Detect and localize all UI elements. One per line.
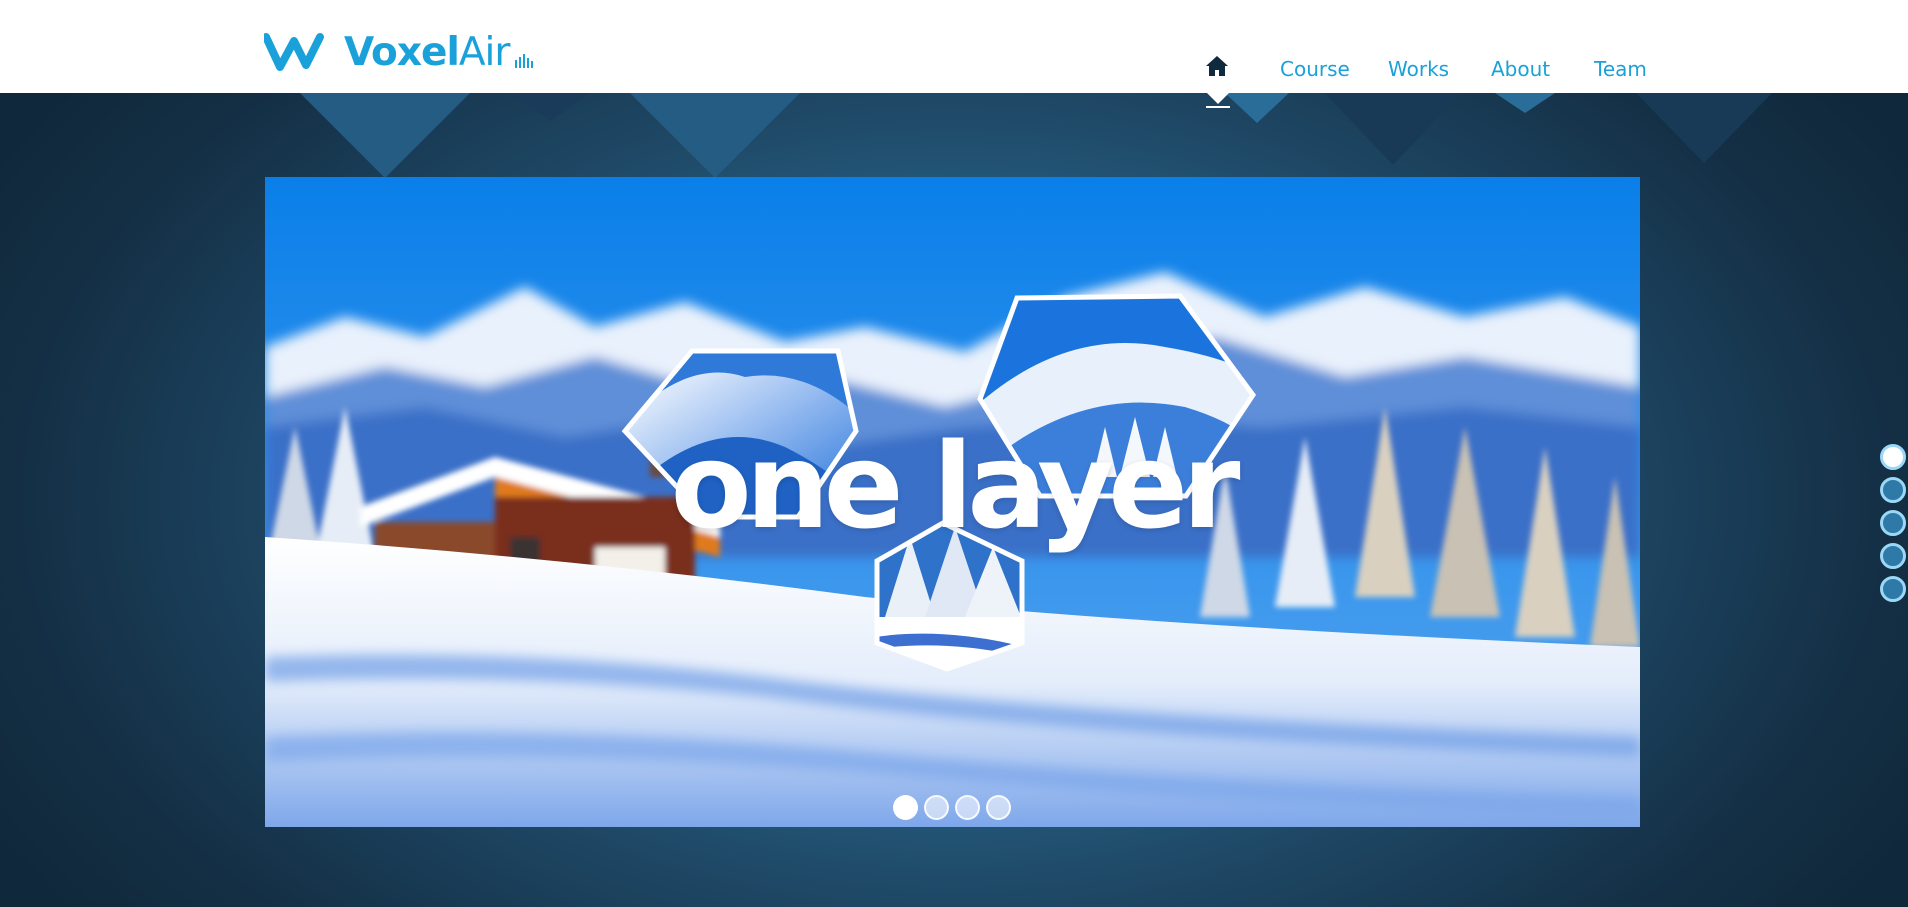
page-dot-1[interactable] [1880,444,1906,470]
home-icon[interactable] [1204,53,1230,79]
brand-name: VoxelAir [344,29,511,75]
page-dot-2[interactable] [1880,477,1906,503]
nav-about[interactable]: About [1491,57,1550,81]
slider-dot-3[interactable] [955,795,980,820]
brand-logo[interactable]: VoxelAir [264,28,534,76]
nav-team[interactable]: Team [1594,57,1647,81]
decor-triangle [510,93,590,121]
decor-triangle [630,93,800,178]
decor-triangle [1636,93,1772,163]
slider-dot-2[interactable] [924,795,949,820]
decor-triangle [1495,93,1555,113]
page-dot-3[interactable] [1880,510,1906,536]
decor-triangle [1225,93,1289,123]
slider-dot-4[interactable] [986,795,1011,820]
nav-works[interactable]: Works [1388,57,1449,81]
active-nav-pointer [1207,93,1229,104]
slider-pagination [893,795,1011,820]
decor-triangle [300,93,470,178]
page-section-nav [1880,444,1906,602]
slider-dot-1[interactable] [893,795,918,820]
hero-slider[interactable]: one layer [265,177,1640,827]
slide-title: one layer [670,417,1241,555]
brand-name-bold: Voxel [344,29,460,75]
page-dot-5[interactable] [1880,576,1906,602]
nav-course[interactable]: Course [1280,57,1350,81]
site-header: VoxelAir Course Works About Team [0,0,1908,93]
signal-bars-icon [515,54,534,68]
logo-mark-icon [264,33,324,71]
page-dot-4[interactable] [1880,543,1906,569]
brand-name-light: Air [458,29,511,75]
decor-triangle [1325,93,1461,165]
